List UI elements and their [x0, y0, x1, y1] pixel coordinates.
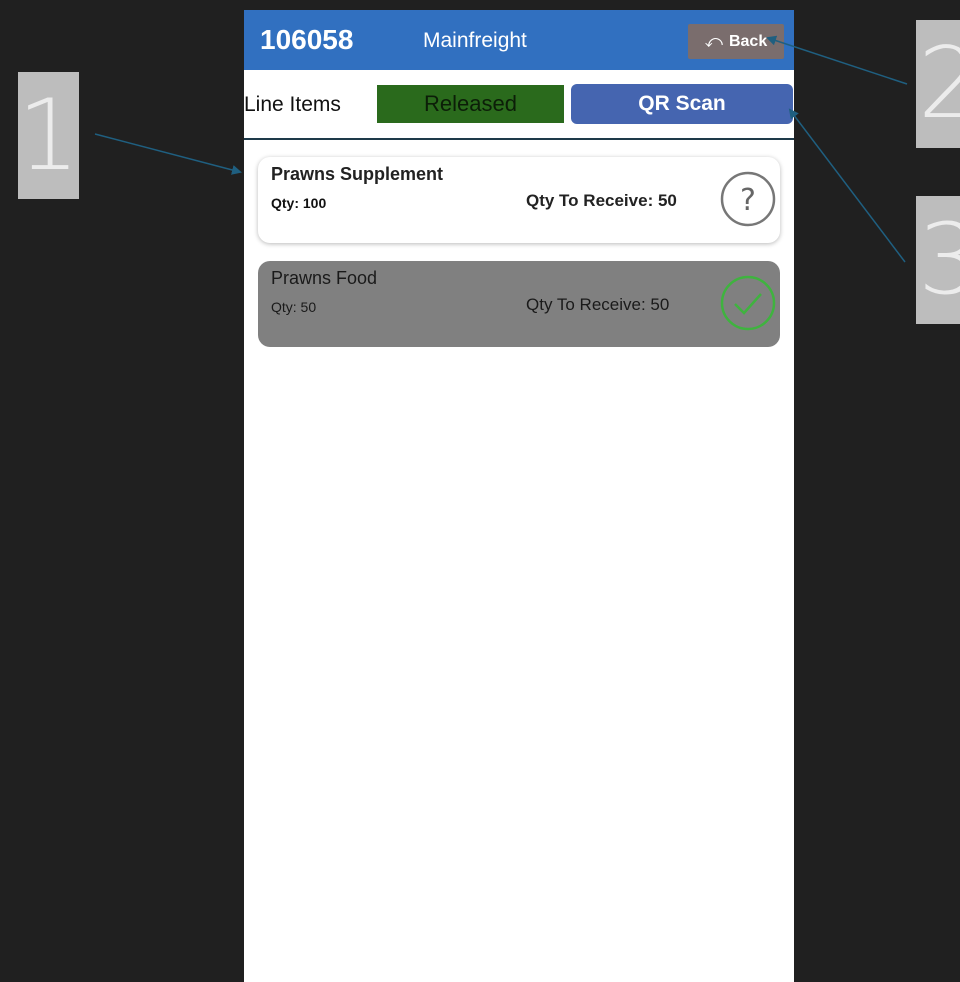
line-item-qty-to-receive: Qty To Receive: 50: [526, 295, 670, 314]
line-item-card[interactable]: Prawns Supplement Qty: 100 Qty To Receiv…: [258, 157, 780, 243]
check-circle-icon: [720, 275, 776, 331]
header-bar: 106058 Mainfreight ⤺ Back: [244, 10, 794, 70]
back-button[interactable]: ⤺ Back: [688, 24, 784, 59]
callout-2: 2: [916, 20, 960, 148]
supplier-name: Mainfreight: [423, 29, 527, 52]
line-items-heading: Line Items: [244, 93, 341, 116]
arrow-1: [94, 133, 242, 175]
line-item-qty: Qty: 100: [271, 195, 327, 211]
divider: [244, 138, 794, 140]
app-screen: 106058 Mainfreight ⤺ Back Line Items Rel…: [244, 10, 794, 982]
toolbar: Line Items Released QR Scan: [244, 70, 794, 140]
back-button-label: Back: [728, 32, 768, 50]
question-circle-icon: ?: [720, 171, 776, 227]
arrow-3: [788, 108, 906, 263]
status-badge: Released: [377, 85, 564, 123]
callout-1: 1: [18, 72, 79, 199]
qr-scan-button[interactable]: QR Scan: [571, 84, 793, 124]
svg-text:?: ?: [740, 183, 756, 218]
undo-icon: ⤺: [704, 31, 723, 51]
line-item-card[interactable]: Prawns Food Qty: 50 Qty To Receive: 50: [258, 261, 780, 347]
line-item-qty-to-receive: Qty To Receive: 50: [526, 191, 677, 210]
line-item-name: Prawns Food: [271, 268, 378, 288]
line-item-qty: Qty: 50: [271, 299, 317, 315]
order-number: 106058: [260, 24, 354, 55]
line-item-name: Prawns Supplement: [271, 164, 444, 184]
callout-3: 3: [916, 196, 960, 324]
